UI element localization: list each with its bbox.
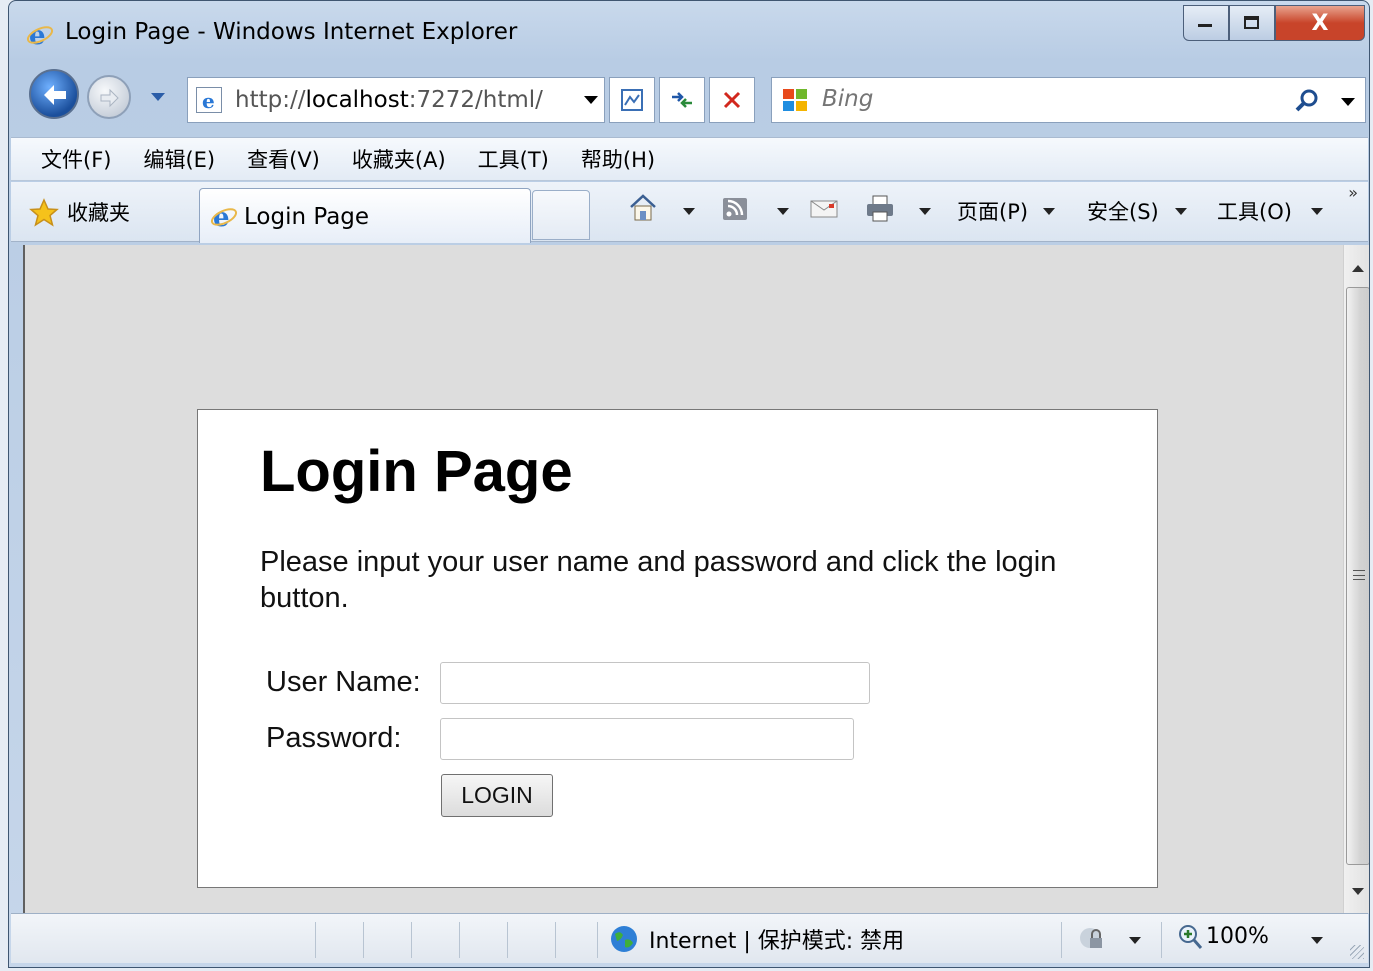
- username-input[interactable]: [440, 662, 870, 704]
- tab-login-page[interactable]: e Login Page: [199, 188, 531, 243]
- tools-menu-dropdown-icon[interactable]: [1311, 208, 1323, 215]
- status-divider: [459, 922, 460, 958]
- forward-button[interactable]: [87, 75, 131, 119]
- zoom-level[interactable]: 100%: [1206, 924, 1269, 949]
- status-divider: [597, 922, 598, 958]
- status-divider: [1161, 922, 1162, 958]
- status-divider: [507, 922, 508, 958]
- favorites-star-icon[interactable]: [29, 198, 59, 228]
- feeds-dropdown-icon[interactable]: [777, 208, 789, 215]
- tools-menu[interactable]: 工具(O): [1217, 196, 1292, 226]
- close-icon: X: [1311, 10, 1329, 36]
- search-icon[interactable]: [1293, 88, 1321, 114]
- safety-menu[interactable]: 安全(S): [1087, 196, 1159, 226]
- home-icon[interactable]: [628, 192, 658, 224]
- address-url[interactable]: http://localhost:7272/html/: [235, 87, 543, 113]
- address-dropdown-icon[interactable]: [584, 96, 598, 104]
- maximize-button[interactable]: [1229, 5, 1275, 41]
- search-input[interactable]: [822, 86, 1222, 112]
- address-bar[interactable]: e http://localhost:7272/html/: [187, 77, 605, 123]
- password-input[interactable]: [440, 718, 854, 760]
- svg-text:e: e: [213, 203, 230, 231]
- status-divider: [1061, 922, 1062, 958]
- menu-file[interactable]: 文件(F): [41, 144, 111, 174]
- scroll-thumb[interactable]: [1346, 287, 1369, 865]
- tab-label: Login Page: [244, 204, 370, 230]
- page-title: Login Page: [260, 439, 573, 504]
- forward-arrow-icon: [100, 88, 119, 108]
- page-menu-dropdown-icon[interactable]: [1043, 208, 1055, 215]
- zoom-icon[interactable]: [1177, 923, 1203, 951]
- menu-tools[interactable]: 工具(T): [478, 144, 549, 174]
- compatibility-view-button[interactable]: [609, 77, 655, 123]
- stop-icon: [723, 91, 741, 109]
- scroll-up-icon[interactable]: [1352, 265, 1364, 272]
- svg-text:e: e: [202, 89, 215, 112]
- username-label: User Name:: [266, 666, 421, 698]
- vertical-scrollbar[interactable]: [1343, 245, 1369, 913]
- safety-menu-dropdown-icon[interactable]: [1175, 208, 1187, 215]
- navigation-bar: e http://localhost:7272/html/: [9, 63, 1369, 131]
- search-dropdown-icon[interactable]: [1341, 98, 1355, 106]
- zoom-dropdown-icon[interactable]: [1311, 937, 1323, 944]
- login-button[interactable]: LOGIN: [441, 774, 553, 817]
- globe-icon: [611, 926, 637, 952]
- back-button[interactable]: [29, 69, 79, 119]
- minimize-button[interactable]: [1183, 5, 1229, 41]
- history-dropdown-icon[interactable]: [149, 89, 167, 105]
- menu-bar: 文件(F) 编辑(E) 查看(V) 收藏夹(A) 工具(T) 帮助(H): [11, 137, 1368, 181]
- page-description: Please input your user name and password…: [260, 546, 1057, 614]
- menu-help[interactable]: 帮助(H): [581, 144, 655, 174]
- feeds-icon[interactable]: [721, 192, 749, 224]
- status-divider: [411, 922, 412, 958]
- close-button[interactable]: X: [1275, 5, 1365, 41]
- svg-text:e: e: [29, 22, 46, 48]
- search-box[interactable]: [771, 77, 1366, 123]
- compatibility-view-icon: [621, 89, 643, 111]
- status-divider: [555, 922, 556, 958]
- scroll-grip-icon: [1353, 570, 1365, 580]
- print-dropdown-icon[interactable]: [919, 208, 931, 215]
- protected-mode-icon[interactable]: [1077, 925, 1107, 953]
- back-arrow-icon: [44, 85, 66, 105]
- refresh-button[interactable]: [659, 77, 705, 123]
- resize-grip[interactable]: [1350, 945, 1364, 959]
- menu-view[interactable]: 查看(V): [247, 144, 320, 174]
- menu-favorites[interactable]: 收藏夹(A): [352, 144, 446, 174]
- refresh-icon: [672, 92, 692, 108]
- title-bar: e Login Page - Windows Internet Explorer…: [9, 1, 1369, 63]
- status-divider: [315, 922, 316, 958]
- page-icon: e: [196, 87, 222, 113]
- more-commands-icon[interactable]: »: [1348, 183, 1358, 202]
- zone-dropdown-icon[interactable]: [1129, 937, 1141, 944]
- window-controls: X: [1183, 5, 1365, 41]
- menu-edit[interactable]: 编辑(E): [143, 144, 215, 174]
- stop-button[interactable]: [709, 77, 755, 123]
- ie-logo-icon: e: [210, 203, 238, 231]
- scroll-down-icon[interactable]: [1352, 888, 1364, 895]
- home-dropdown-icon[interactable]: [683, 208, 695, 215]
- status-divider: [363, 922, 364, 958]
- command-bar: 收藏夹 e Login Page 页面(P) 安全(S) 工具(O) »: [11, 182, 1368, 243]
- security-zone-text[interactable]: Internet | 保护模式: 禁用: [649, 923, 904, 955]
- minimize-icon: [1198, 24, 1212, 27]
- page-menu[interactable]: 页面(P): [957, 196, 1028, 226]
- new-tab-button[interactable]: [532, 190, 590, 240]
- favorites-button[interactable]: 收藏夹: [67, 197, 130, 227]
- ie-logo-icon: e: [26, 22, 54, 48]
- login-card: Login Page Please input your user name a…: [197, 409, 1158, 888]
- password-label: Password:: [266, 722, 402, 754]
- window-title: Login Page - Windows Internet Explorer: [65, 19, 518, 45]
- mail-icon[interactable]: [809, 192, 839, 224]
- maximize-icon: [1244, 16, 1259, 29]
- status-bar: Internet | 保护模式: 禁用 100%: [11, 913, 1368, 963]
- print-icon[interactable]: [864, 192, 896, 224]
- bing-icon: [783, 89, 807, 111]
